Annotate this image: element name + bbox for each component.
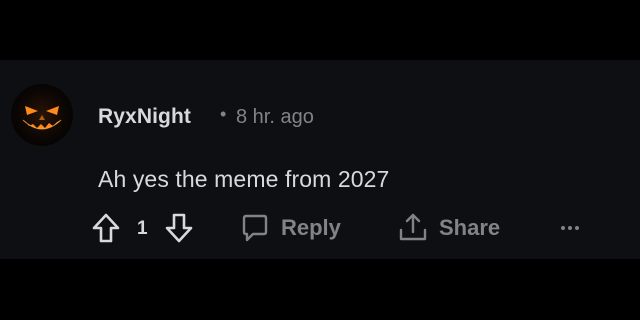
arrow-down-outline-icon — [165, 213, 193, 243]
arrow-up-outline-icon — [92, 213, 120, 243]
meta-separator: • — [220, 104, 227, 124]
more-options-button[interactable] — [556, 214, 584, 242]
downvote-button[interactable] — [164, 212, 194, 244]
upvote-button[interactable] — [91, 212, 121, 244]
screenshot-frame: RyxNight • 8 hr. ago Ah yes the meme fro… — [0, 0, 640, 320]
reply-button[interactable]: Reply — [239, 210, 341, 246]
comment-author[interactable]: RyxNight — [98, 105, 191, 129]
comment-body: Ah yes the meme from 2027 — [98, 166, 390, 192]
vote-score: 1 — [137, 218, 148, 239]
speech-bubble-icon — [242, 214, 268, 242]
share-button[interactable]: Share — [397, 210, 500, 246]
reply-label: Reply — [281, 215, 341, 240]
jack-o-lantern-avatar-icon — [22, 106, 62, 130]
comment-card: RyxNight • 8 hr. ago Ah yes the meme fro… — [0, 60, 640, 259]
avatar[interactable] — [11, 84, 73, 146]
comment-timestamp[interactable]: 8 hr. ago — [236, 106, 314, 129]
share-label: Share — [439, 215, 501, 240]
comment-action-bar: 1 Reply Share — [0, 210, 640, 250]
share-upload-icon — [399, 213, 427, 241]
ellipsis-icon — [561, 226, 579, 230]
